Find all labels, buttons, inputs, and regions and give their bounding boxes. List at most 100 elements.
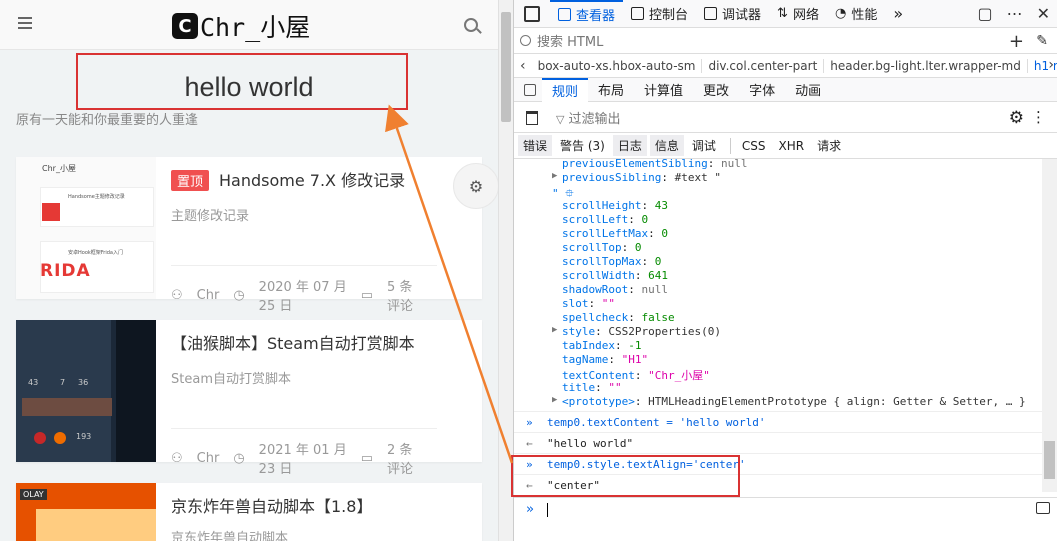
filter-logs[interactable]: 日志 bbox=[612, 135, 647, 156]
expand-triangle-icon: ▶ bbox=[552, 395, 558, 405]
object-property: shadowRoot: null bbox=[562, 283, 668, 296]
object-property: scrollHeight: 43 bbox=[562, 199, 668, 212]
html-search-input[interactable]: 搜索 HTML bbox=[537, 31, 603, 50]
expand-triangle-icon: ▶ bbox=[552, 171, 558, 181]
search-icon bbox=[520, 35, 531, 46]
object-property[interactable]: ▶ previousSibling: #text " bbox=[552, 171, 721, 184]
post-thumbnail: 43 7 36 193 bbox=[16, 320, 156, 462]
post-thumbnail: OLAY bbox=[16, 483, 156, 541]
post-title[interactable]: 【油猴脚本】Steam自动打赏脚本 bbox=[171, 330, 415, 354]
tab-network[interactable]: ⇅ 网络 bbox=[769, 0, 827, 28]
console-command: » temp0.textContent = 'hello world' bbox=[514, 411, 1042, 432]
clear-console-icon[interactable] bbox=[526, 110, 538, 125]
console-toolbar: 过滤输出 ⚙ ⋮ bbox=[514, 103, 1057, 133]
post-date: 2020 年 07 月 25 日 bbox=[258, 280, 347, 314]
object-property: tabIndex: -1 bbox=[562, 339, 642, 352]
filter-css[interactable]: CSS bbox=[737, 137, 771, 155]
search-icon[interactable] bbox=[464, 18, 478, 32]
post-author: Chr bbox=[196, 287, 220, 303]
console-scrollbar[interactable] bbox=[1042, 159, 1057, 492]
dock-icon[interactable]: ▢ bbox=[977, 4, 992, 23]
tab-inspector[interactable]: 查看器 bbox=[550, 0, 624, 28]
breadcrumb-item[interactable]: header.bg-light.lter.wrapper-md bbox=[824, 58, 1028, 73]
post-author: Chr bbox=[196, 450, 220, 466]
subtab-fonts[interactable]: 字体 bbox=[739, 78, 785, 102]
console-more-icon[interactable]: ⋮ bbox=[1031, 108, 1046, 126]
html-search-bar[interactable]: 搜索 HTML + ✎ bbox=[514, 28, 1057, 54]
object-property: scrollWidth: 641 bbox=[562, 269, 668, 282]
tab-console[interactable]: 控制台 bbox=[623, 0, 696, 28]
subtab-animations[interactable]: 动画 bbox=[785, 78, 831, 102]
highlight-box-heading bbox=[76, 53, 408, 110]
filter-xhr[interactable]: XHR bbox=[774, 137, 810, 155]
breadcrumb-item[interactable]: div.col.center-part bbox=[702, 58, 825, 73]
clock-icon: ◷ bbox=[233, 287, 245, 303]
breadcrumb-scroll-left-icon[interactable]: ‹ bbox=[514, 58, 532, 74]
post-meta: ⚇ Chr ◷ 2020 年 07 月 25 日 ▭ 5 条评论 bbox=[171, 265, 437, 314]
post-card[interactable]: OLAY 京东炸年兽自动脚本【1.8】 京东炸年兽自动脚本 bbox=[16, 483, 482, 541]
close-icon[interactable]: ✕ bbox=[1037, 4, 1050, 23]
scrollbar-thumb[interactable] bbox=[1044, 441, 1055, 479]
logo-mark: C bbox=[172, 13, 198, 39]
object-property: scrollTop: 0 bbox=[562, 241, 642, 254]
editor-mode-icon[interactable] bbox=[1036, 502, 1050, 514]
site-logo[interactable]: C Chr_小屋 bbox=[172, 8, 310, 44]
post-card[interactable]: Chr_小屋 Handsome主题修改记录 安卓Hook框架Frida入门 RI… bbox=[16, 157, 482, 314]
eyedropper-icon[interactable]: ✎ bbox=[1036, 33, 1048, 49]
sticky-badge: 置顶 bbox=[171, 170, 210, 191]
object-property[interactable]: ▶ style: CSS2Properties(0) bbox=[552, 325, 721, 338]
highlight-box-command bbox=[511, 455, 740, 497]
post-date: 2021 年 01 月 23 日 bbox=[258, 443, 347, 477]
site-subtitle: 原有一天能和你最重要的人重逢 bbox=[16, 113, 199, 128]
subtab-layout[interactable]: 布局 bbox=[588, 78, 634, 102]
logo-text: Chr_小屋 bbox=[200, 13, 311, 42]
sidebar-toggle-icon[interactable] bbox=[524, 83, 536, 96]
prompt-icon: » bbox=[526, 502, 534, 517]
console-settings-icon[interactable]: ⚙ bbox=[1009, 108, 1024, 128]
comment-icon: ▭ bbox=[360, 450, 374, 466]
add-node-icon[interactable]: + bbox=[1009, 31, 1024, 52]
menu-icon[interactable] bbox=[18, 17, 32, 31]
filter-debug[interactable]: 调试 bbox=[687, 135, 721, 156]
text-caret bbox=[547, 503, 548, 517]
filter-output-input[interactable]: 过滤输出 bbox=[556, 108, 620, 127]
filter-info[interactable]: 信息 bbox=[649, 135, 684, 156]
object-property: scrollTopMax: 0 bbox=[562, 255, 662, 268]
post-title[interactable]: 置顶 Handsome 7.X 修改记录 bbox=[171, 167, 405, 191]
object-property: scrollLeft: 0 bbox=[562, 213, 649, 226]
breadcrumb-scroll-right-icon[interactable]: › bbox=[1048, 57, 1054, 73]
devtools-tabbar: 查看器 控制台 调试器 ⇅ 网络 ◔ 性能 » ▢ ⋯ ✕ bbox=[514, 0, 1057, 28]
filter-warnings[interactable]: 警告 (3) bbox=[555, 135, 610, 156]
post-summary: 京东炸年兽自动脚本 bbox=[171, 531, 289, 541]
element-picker-icon[interactable] bbox=[524, 5, 540, 22]
scrollbar-thumb[interactable] bbox=[501, 12, 511, 122]
breadcrumb-item[interactable]: box-auto-xs.hbox-auto-sm bbox=[532, 58, 703, 73]
author-icon: ⚇ bbox=[171, 450, 183, 466]
post-meta: ⚇ Chr ◷ 2021 年 01 月 23 日 ▭ 2 条评论 bbox=[171, 428, 437, 477]
settings-gear-icon[interactable]: ⚙ bbox=[453, 163, 499, 209]
subtab-changes[interactable]: 更改 bbox=[693, 78, 739, 102]
breadcrumb: ‹ box-auto-xs.hbox-auto-sm div.col.cente… bbox=[514, 54, 1057, 78]
post-comments[interactable]: 5 条评论 bbox=[387, 276, 423, 314]
console-input[interactable]: » bbox=[514, 497, 1057, 521]
tab-performance[interactable]: ◔ 性能 bbox=[827, 0, 885, 28]
expand-triangle-icon: ▶ bbox=[552, 325, 558, 335]
subtab-rules[interactable]: 规则 bbox=[542, 77, 589, 102]
post-title[interactable]: 京东炸年兽自动脚本【1.8】 bbox=[171, 493, 372, 517]
log-level-filters: 错误 警告 (3) 日志 信息 调试 CSS XHR 请求 bbox=[514, 133, 1057, 159]
tab-debugger[interactable]: 调试器 bbox=[696, 0, 769, 28]
more-tabs-icon[interactable]: » bbox=[885, 0, 911, 28]
filter-requests[interactable]: 请求 bbox=[812, 135, 846, 156]
object-property: scrollLeftMax: 0 bbox=[562, 227, 668, 240]
post-comments[interactable]: 2 条评论 bbox=[387, 439, 423, 477]
console-result: ← "hello world" bbox=[514, 432, 1042, 453]
object-property: spellcheck: false bbox=[562, 311, 675, 324]
filter-errors[interactable]: 错误 bbox=[518, 135, 553, 156]
object-property[interactable]: ▶ <prototype>: HTMLHeadingElementPrototyp… bbox=[552, 395, 1026, 408]
author-icon: ⚇ bbox=[171, 287, 183, 303]
object-property: slot: "" bbox=[562, 297, 615, 310]
subtab-computed[interactable]: 计算值 bbox=[634, 78, 693, 102]
comment-icon: ▭ bbox=[360, 287, 374, 303]
more-options-icon[interactable]: ⋯ bbox=[1007, 4, 1023, 23]
post-card[interactable]: 43 7 36 193 【油猴脚本】Steam自动打赏脚本 Steam自动打赏脚… bbox=[16, 320, 482, 477]
